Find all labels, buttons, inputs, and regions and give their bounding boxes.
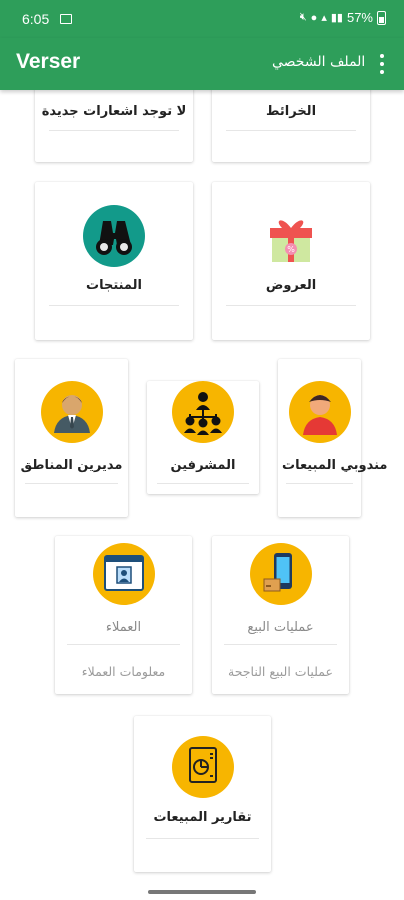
mute-icon: 🔇︎ bbox=[299, 11, 307, 23]
card-label: مديرين المناطق bbox=[20, 458, 123, 473]
card-label: عمليات البيع bbox=[247, 620, 314, 635]
card-label: الخرائط bbox=[265, 104, 317, 119]
battery-percent: 57% bbox=[346, 10, 373, 25]
card-subtitle: عمليات البيع الناجحة bbox=[228, 664, 333, 679]
binoculars-icon bbox=[83, 205, 145, 267]
customer-card-icon bbox=[92, 543, 155, 605]
businessman-icon bbox=[40, 381, 103, 443]
card-divider bbox=[49, 130, 179, 131]
card-sales-reps[interactable]: مندوبي المبيعات bbox=[278, 359, 388, 517]
gallery-notification-icon bbox=[60, 14, 72, 24]
profile-link[interactable]: الملف الشخصي bbox=[272, 54, 365, 70]
card-divider bbox=[25, 483, 118, 484]
card-customers[interactable]: العملاء معلومات العملاء bbox=[55, 536, 192, 694]
app-title: Verser bbox=[16, 50, 81, 73]
card-supervisors[interactable]: المشرفين bbox=[147, 381, 259, 494]
card-label: المنتجات bbox=[86, 278, 142, 293]
app-toolbar: Verser الملف الشخصي bbox=[0, 38, 404, 90]
card-divider bbox=[226, 305, 356, 306]
signal-icon: ▮▮ bbox=[330, 12, 343, 24]
gesture-nav-bar[interactable] bbox=[148, 890, 256, 894]
wifi-icon: ▴ bbox=[321, 12, 327, 24]
card-divider bbox=[67, 644, 180, 645]
card-offers[interactable]: % العروض bbox=[212, 182, 370, 340]
location-icon: ● bbox=[310, 11, 318, 24]
salesman-icon bbox=[288, 381, 351, 443]
card-divider bbox=[224, 644, 337, 645]
status-bar: 6:05 🔇︎ ● ▴ ▮▮ 57% bbox=[0, 0, 404, 38]
svg-text:%: % bbox=[287, 245, 295, 254]
report-icon bbox=[171, 736, 234, 798]
card-divider bbox=[226, 130, 356, 131]
status-time: 6:05 bbox=[22, 11, 50, 27]
more-options-icon[interactable] bbox=[376, 52, 388, 76]
card-divider bbox=[146, 838, 259, 839]
card-label: العروض bbox=[265, 278, 317, 293]
app-screen: 6:05 🔇︎ ● ▴ ▮▮ 57% Verser الملف الشخصي ل… bbox=[0, 0, 404, 900]
gift-box-icon: % bbox=[260, 208, 322, 270]
card-products[interactable]: المنتجات bbox=[35, 182, 193, 340]
card-sales-operations[interactable]: عمليات البيع عمليات البيع الناجحة bbox=[212, 536, 349, 694]
card-divider bbox=[157, 483, 249, 484]
card-sales-reports[interactable]: تقارير المبيعات bbox=[134, 716, 271, 872]
card-label: مندوبي المبيعات bbox=[282, 458, 388, 473]
status-icons: 🔇︎ ● ▴ ▮▮ 57% bbox=[300, 10, 386, 25]
card-label: لا توجد اشعارات جديدة bbox=[41, 104, 187, 119]
card-label: العملاء bbox=[105, 620, 142, 635]
card-area-managers[interactable]: مديرين المناطق bbox=[15, 359, 128, 517]
card-divider bbox=[286, 483, 353, 484]
mobile-payment-icon bbox=[249, 543, 312, 605]
card-divider bbox=[49, 305, 179, 306]
card-subtitle: معلومات العملاء bbox=[81, 664, 166, 679]
card-label: تقارير المبيعات bbox=[153, 810, 252, 825]
battery-icon bbox=[377, 10, 386, 25]
team-hierarchy-icon bbox=[172, 381, 234, 443]
card-label: المشرفين bbox=[170, 458, 236, 473]
